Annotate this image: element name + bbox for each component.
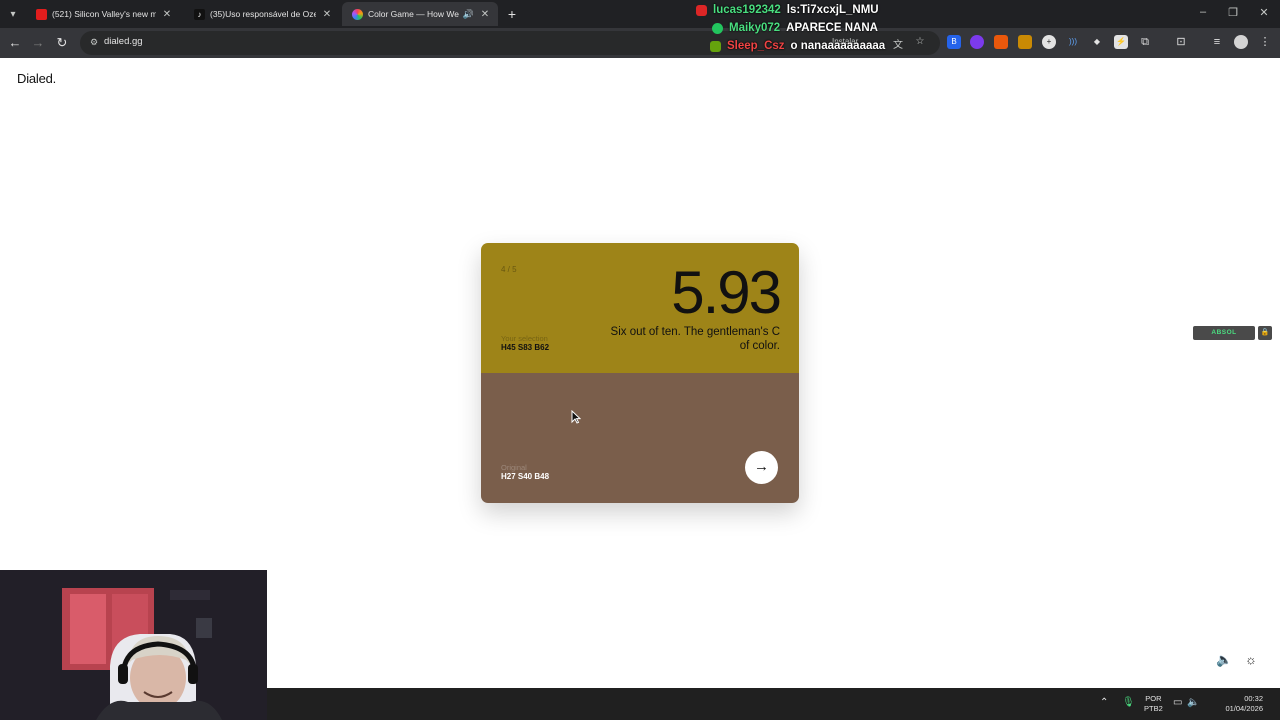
chat-message: Sleep_Csz o nanaaaaaaaaaa — [710, 38, 885, 54]
show-hidden-icons-chevron-up-icon[interactable]: ⌃ — [1100, 697, 1108, 708]
selection-label: Your selection — [501, 334, 548, 343]
original-swatch: Original H27 S40 B48 — [481, 373, 799, 503]
close-icon[interactable]: ✕ — [480, 9, 490, 20]
chat-badge-icon — [712, 22, 723, 34]
browser-menu-icon[interactable]: ⋮ — [1258, 35, 1272, 49]
tab-search-icon[interactable]: ▾ — [4, 6, 22, 22]
translate-icon[interactable]: 文 — [891, 36, 905, 51]
chat-badge-icon — [696, 4, 707, 16]
site-info-icon[interactable]: ⚙ — [88, 37, 100, 49]
chat-badge-icon — [710, 40, 721, 52]
extensions-puzzle-icon[interactable]: ⧉ — [1138, 35, 1152, 49]
profile-avatar-icon[interactable] — [1234, 35, 1248, 49]
screenshot-icon[interactable]: ⊡ — [1174, 35, 1188, 49]
extension-icon[interactable] — [970, 35, 984, 49]
clock-date: 01/04/2026 — [1225, 704, 1263, 713]
overlay-badge[interactable]: ABSOL — [1193, 326, 1255, 340]
keyboard-layout: PTB2 — [1144, 704, 1163, 713]
new-tab-button[interactable]: + — [503, 5, 521, 23]
original-label: Original — [501, 463, 527, 472]
bookmark-star-icon[interactable]: ☆ — [913, 36, 927, 50]
webcam-overlay — [0, 570, 267, 720]
tab-youtube[interactable]: (521) Silicon Valley's new mirac ✕ — [26, 2, 180, 26]
chat-text: APARECE NANA — [786, 22, 878, 34]
tab-title: (35)Uso responsável de Ozemp — [210, 9, 316, 19]
youtube-icon — [36, 8, 47, 20]
extension-icon[interactable]: B — [947, 35, 961, 49]
system-clock[interactable]: 00:32 01/04/2026 — [1205, 694, 1263, 714]
speaker-icon[interactable]: 🔊 — [463, 9, 474, 20]
chat-message: Maiky072 APARECE NANA — [712, 20, 878, 36]
chat-username: Maiky072 — [729, 22, 781, 34]
close-icon[interactable]: ✕ — [322, 9, 332, 20]
chat-username: lucas192342 — [713, 4, 781, 16]
extension-icon[interactable] — [1018, 35, 1032, 49]
clock-time: 00:32 — [1244, 694, 1263, 703]
forward-icon[interactable]: → — [30, 35, 46, 51]
windows-taskbar: ⌃ 🎙 POR PTB2 ▭ 🔈 00:32 01/04/2026 — [267, 688, 1280, 720]
tab-tiktok[interactable]: ♪ (35)Uso responsável de Ozemp ✕ — [184, 2, 340, 26]
score-value: 5.93 — [671, 259, 782, 326]
chat-text: o nanaaaaaaaaaa — [790, 40, 886, 52]
language-code: POR — [1145, 694, 1162, 703]
close-window-icon[interactable]: ✕ — [1257, 6, 1271, 19]
microphone-icon[interactable]: 🎙 — [1122, 697, 1135, 708]
restore-icon[interactable]: ❐ — [1226, 6, 1240, 19]
next-round-button[interactable]: → — [745, 451, 778, 484]
reload-icon[interactable]: ↻ — [54, 35, 70, 51]
webcam-feed — [0, 570, 267, 720]
result-card: 4 / 5 5.93 Six out of ten. The gentleman… — [481, 243, 799, 503]
original-value: H27 S40 B48 — [501, 472, 550, 481]
tab-color-game[interactable]: Color Game — How Well C 🔊 ✕ — [342, 2, 498, 26]
extension-icon[interactable]: + — [1042, 35, 1056, 49]
minimize-icon[interactable]: – — [1196, 6, 1210, 18]
reading-list-icon[interactable]: ≡ — [1210, 35, 1224, 49]
chat-username: Sleep_Csz — [727, 40, 785, 52]
chat-message: lucas192342 ls:Ti7xcxjL_NMU — [696, 2, 879, 18]
site-logo[interactable]: Dialed. — [17, 71, 56, 86]
score-verdict: Six out of ten. The gentleman's C of col… — [610, 326, 780, 352]
volume-icon[interactable]: 🔈 — [1187, 697, 1199, 708]
browser-tab-bar: ▾ (521) Silicon Valley's new mirac ✕ ♪ (… — [0, 0, 1280, 28]
close-icon[interactable]: ✕ — [162, 9, 172, 20]
lock-icon[interactable]: 🔒 — [1258, 326, 1272, 340]
network-icon[interactable]: ▭ — [1173, 697, 1182, 708]
back-icon[interactable]: ← — [7, 35, 23, 51]
extension-icon[interactable]: ◆ — [1090, 35, 1104, 49]
round-counter: 4 / 5 — [501, 265, 517, 274]
sound-toggle-icon[interactable]: 🔈 — [1216, 652, 1232, 668]
extension-icon[interactable]: ))) — [1066, 35, 1080, 49]
extension-icon[interactable] — [994, 35, 1008, 49]
tiktok-icon: ♪ — [194, 8, 205, 20]
url-text[interactable]: dialed.gg — [104, 36, 143, 47]
theme-toggle-icon[interactable]: ☼ — [1243, 652, 1259, 668]
input-language-indicator[interactable]: POR PTB2 — [1144, 694, 1163, 714]
selection-value: H45 S83 B62 — [501, 343, 550, 352]
tab-title: Color Game — How Well C — [368, 9, 459, 19]
browser-toolbar: ← → ↻ ⚙ dialed.gg Instalar 文 ☆ B + ))) ◆… — [0, 28, 1280, 58]
color-wheel-icon — [352, 8, 363, 20]
selection-swatch: 4 / 5 5.93 Six out of ten. The gentleman… — [481, 243, 799, 373]
extension-icon[interactable]: ⚡ — [1114, 35, 1128, 49]
chat-text: ls:Ti7xcxjL_NMU — [786, 4, 879, 16]
tab-title: (521) Silicon Valley's new mirac — [52, 9, 156, 19]
mouse-cursor-icon — [571, 410, 581, 424]
